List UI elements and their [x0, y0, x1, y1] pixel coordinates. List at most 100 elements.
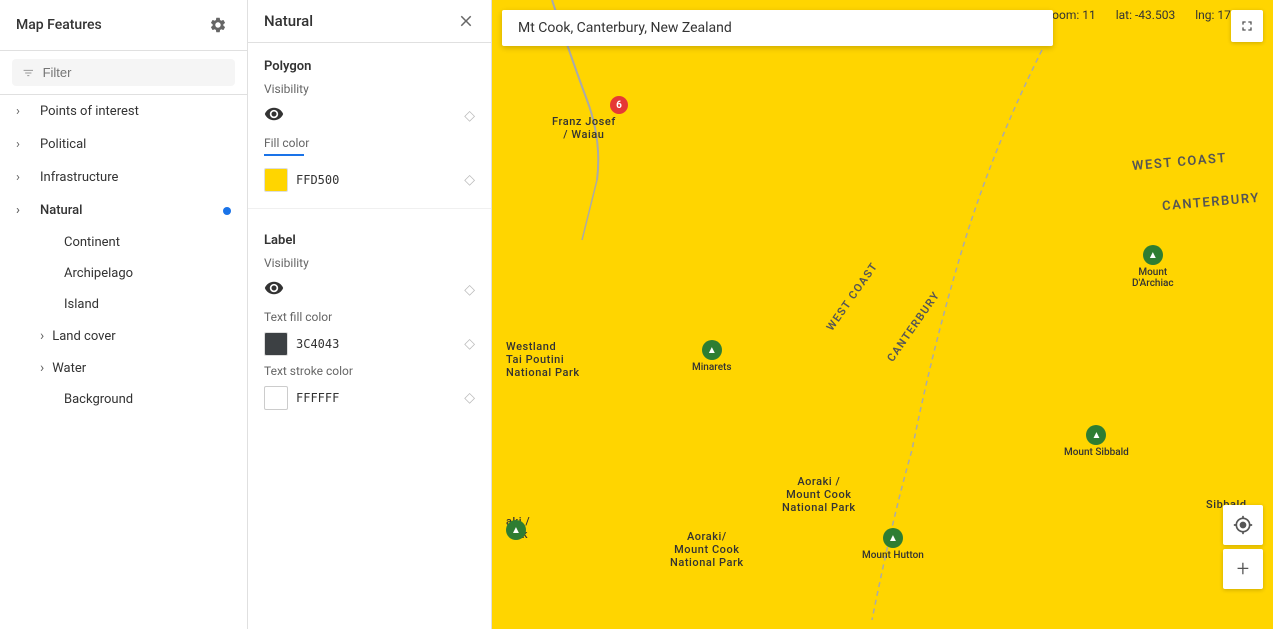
fill-color-swatch-wrap: FFD500 [264, 168, 339, 192]
chevron-icon-water: › [40, 360, 44, 376]
diamond-icon-text-fill[interactable]: ◇ [464, 336, 475, 352]
filter-input-wrap [12, 59, 235, 86]
sidebar-item-continent[interactable]: Continent [0, 227, 247, 258]
fill-color-label: Fill color [248, 136, 491, 154]
diamond-icon-fill-color[interactable]: ◇ [464, 172, 475, 188]
visibility-row-polygon: ◇ [248, 100, 491, 136]
mount-darchiac-label: MountD'Archiac [1132, 267, 1174, 289]
diamond-icon-polygon-visibility[interactable]: ◇ [464, 108, 475, 124]
eye-icon-label[interactable] [264, 278, 284, 302]
text-fill-color-swatch-wrap: 3C4043 [264, 332, 339, 356]
map-area[interactable]: zoom: 11 lat: -43.503 lng: 170.306 Mt Co… [492, 0, 1273, 629]
gear-icon [209, 16, 227, 34]
poi-mount-hutton: ▲ Mount Hutton [862, 528, 924, 561]
left-panel-title: Map Features [16, 17, 102, 33]
text-fill-color-row: 3C4043 ◇ [248, 328, 491, 364]
text-fill-color-swatch[interactable] [264, 332, 288, 356]
location-button[interactable] [1223, 505, 1263, 545]
search-value: Mt Cook, Canterbury, New Zealand [518, 20, 732, 36]
mount-sibbald-icon: ▲ [1086, 425, 1106, 445]
left-header: Map Features [0, 0, 247, 51]
map-controls: + [1223, 505, 1263, 589]
gear-button[interactable] [205, 12, 231, 38]
sidebar-item-label-points-of-interest: Points of interest [40, 104, 231, 119]
fill-color-value: FFD500 [296, 173, 339, 187]
text-stroke-color-row: FFFFFF ◇ [248, 382, 491, 418]
left-panel: Map Features › Points of interest › Politic… [0, 0, 248, 629]
map-label-west-coast-2: WEST COAST [824, 260, 881, 333]
poi-aoraki-left-badge: ▲ [506, 520, 526, 540]
filter-icon [22, 66, 35, 80]
sidebar-item-label-land-cover: Land cover [52, 329, 115, 344]
sidebar-item-label-natural: Natural [40, 203, 215, 218]
poi-westland: WestlandTai PoutiniNational Park [506, 340, 580, 379]
poi-aoraki-1: Aoraki /Mount CookNational Park [782, 475, 856, 514]
sidebar-item-background[interactable]: Background [0, 384, 247, 415]
chevron-icon-natural: › [16, 203, 32, 218]
location-icon [1233, 515, 1253, 535]
sidebar-item-label-background: Background [64, 392, 133, 407]
filter-input[interactable] [43, 65, 225, 80]
sidebar-item-island[interactable]: Island [0, 289, 247, 320]
diamond-icon-label-visibility[interactable]: ◇ [464, 282, 475, 298]
sidebar-item-infrastructure[interactable]: › Infrastructure [0, 161, 247, 194]
mid-panel-title: Natural [264, 12, 313, 30]
zoom-in-button[interactable]: + [1223, 549, 1263, 589]
poi-minarets: ▲ Minarets [692, 340, 732, 373]
close-button[interactable] [457, 12, 475, 30]
text-stroke-color-swatch[interactable] [264, 386, 288, 410]
section-separator-1 [248, 208, 491, 209]
poi-mount-darchiac: ▲ MountD'Archiac [1132, 245, 1174, 289]
franz-josef-badge: 6 [610, 96, 628, 114]
polygon-section-title: Polygon [248, 43, 491, 82]
map-label-canterbury-1: CANTERBURY [1162, 191, 1261, 214]
sidebar-item-natural[interactable]: › Natural [0, 194, 247, 227]
nav-items-container: › Points of interest › Political › Infrastruc… [0, 95, 247, 415]
boundary-svg [492, 0, 1273, 629]
zoom-display: zoom: 11 [1046, 8, 1095, 22]
aoraki-left-icon: ▲ [506, 520, 526, 540]
text-fill-color-value: 3C4043 [296, 337, 339, 351]
chevron-icon-infrastructure: › [16, 170, 32, 185]
sidebar-item-points-of-interest[interactable]: › Points of interest [0, 95, 247, 128]
fullscreen-button[interactable] [1231, 10, 1263, 42]
fill-color-swatch[interactable] [264, 168, 288, 192]
chevron-icon-land-cover: › [40, 328, 44, 344]
fullscreen-icon [1239, 18, 1255, 34]
label-section-title: Label [248, 217, 491, 256]
sidebar-item-label-archipelago: Archipelago [64, 266, 133, 281]
sidebar-item-label-water: Water [52, 361, 86, 376]
polygon-section: Polygon Visibility ◇ Fill color FFD500 ◇ [248, 43, 491, 200]
poi-mount-sibbald: ▲ Mount Sibbald [1064, 425, 1129, 458]
mount-hutton-icon: ▲ [883, 528, 903, 548]
chevron-icon-points-of-interest: › [16, 104, 32, 119]
sidebar-item-label-infrastructure: Infrastructure [40, 170, 231, 185]
sidebar-item-label-island: Island [64, 297, 99, 312]
text-fill-color-label: Text fill color [248, 310, 491, 328]
mount-sibbald-label: Mount Sibbald [1064, 447, 1129, 458]
poi-aoraki-2: Aoraki/Mount CookNational Park [670, 530, 744, 569]
poi-aoraki-left: aki /ook [506, 515, 530, 541]
active-dot-natural [223, 207, 231, 215]
sidebar-item-label-political: Political [40, 137, 231, 152]
eye-icon-polygon[interactable] [264, 104, 284, 128]
visibility-label-polygon: Visibility [248, 82, 491, 100]
sidebar-item-land-cover[interactable]: › Land cover [0, 320, 247, 352]
sidebar-item-water[interactable]: › Water [0, 352, 247, 384]
map-label-west-coast-1: WEST COAST [1132, 151, 1228, 174]
fill-color-row: FFD500 ◇ [248, 164, 491, 200]
eye-svg-label [264, 278, 284, 298]
chevron-icon-political: › [16, 137, 32, 152]
text-stroke-color-label: Text stroke color [248, 364, 491, 382]
fill-color-divider [264, 154, 304, 156]
visibility-label-label: Visibility [248, 256, 491, 274]
mount-hutton-label: Mount Hutton [862, 550, 924, 561]
badge-value: 6 [616, 100, 622, 111]
sidebar-item-political[interactable]: › Political [0, 128, 247, 161]
map-label-canterbury-2: CANTERBURY [884, 289, 942, 364]
eye-svg [264, 104, 284, 124]
sidebar-item-archipelago[interactable]: Archipelago [0, 258, 247, 289]
text-stroke-color-swatch-wrap: FFFFFF [264, 386, 339, 410]
lat-display: lat: -43.503 [1116, 8, 1175, 22]
diamond-icon-text-stroke[interactable]: ◇ [464, 390, 475, 406]
